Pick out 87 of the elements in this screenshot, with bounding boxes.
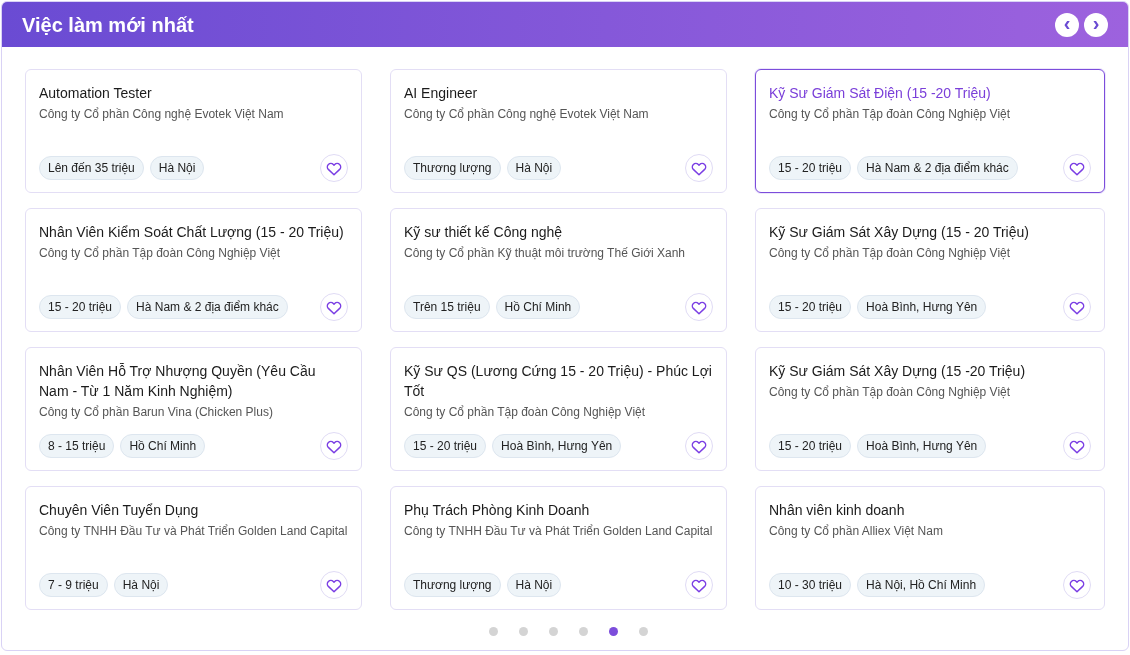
job-tag: 15 - 20 triệu: [769, 156, 852, 180]
favorite-button[interactable]: [685, 154, 713, 182]
job-tag: Hà Nội: [113, 573, 169, 597]
job-tag: Hoà Bình, Hưng Yên: [492, 434, 622, 458]
company-name: Công ty Cổ phần Tập đoàn Công Nghiệp Việt: [39, 245, 282, 261]
job-card[interactable]: Kỹ Sư Giám Sát Xây Dựng (15 - 20 Triệu) Công ty Cổ phần Tập đoàn Công Nghiệp Việt 15 - 20 triệu Hoà Bình, Hưng Yên: [755, 208, 1105, 332]
company-name: Công ty Cổ phần Tập đoàn Công Nghiệp Việt: [404, 404, 647, 420]
job-tag: 15 - 20 triệu: [404, 434, 487, 458]
job-tag: Hà Nội: [149, 156, 205, 180]
favorite-button[interactable]: [320, 432, 348, 460]
job-tag: Hoà Bình, Hưng Yên: [857, 434, 987, 458]
job-card[interactable]: Kỹ Sư QS (Lương Cứng 15 - 20 Triệu) - Phúc Lợi Tốt Công ty Cổ phần Tập đoàn Công Nghiệp Việt 15 - 20 triệu Hoà Bình, Hưng Yên: [390, 347, 727, 471]
heart-icon: [691, 299, 707, 315]
favorite-button[interactable]: [1063, 571, 1091, 599]
company-name: Công ty Cổ phần Công nghệ Evotek Việt Nam: [39, 106, 285, 122]
company-name: Công ty Cổ phần Tập đoàn Công Nghiệp Việt: [769, 106, 1012, 122]
job-tag: Lên đến 35 triệu: [39, 156, 144, 180]
job-title[interactable]: Phụ Trách Phòng Kinh Doanh: [404, 500, 713, 520]
favorite-button[interactable]: [685, 432, 713, 460]
heart-icon: [326, 577, 342, 593]
section-title: Việc làm mới nhất: [22, 12, 194, 38]
job-tag: Hà Nội, Hồ Chí Minh: [857, 573, 986, 597]
job-tag: 15 - 20 triệu: [39, 295, 122, 319]
favorite-button[interactable]: [320, 293, 348, 321]
job-card[interactable]: Nhân Viên Hỗ Trợ Nhượng Quyền (Yêu Cầu Nam - Từ 1 Năm Kinh Nghiệm) Công ty Cổ phần Barun Vina (Chicken Plus) 8 - 15 triệu Hồ Chí Minh: [25, 347, 362, 471]
job-title[interactable]: Kỹ Sư Giám Sát Xây Dựng (15 -20 Triệu): [769, 361, 1091, 381]
job-tag: 15 - 20 triệu: [769, 434, 852, 458]
company-name: Công ty TNHH Đầu Tư và Phát Triển Golden Land Capital: [404, 523, 713, 539]
favorite-button[interactable]: [320, 571, 348, 599]
job-title[interactable]: AI Engineer: [404, 83, 713, 103]
job-title[interactable]: Automation Tester: [39, 83, 348, 103]
heart-icon: [326, 438, 342, 454]
company-name: Công ty Cổ phần Kỹ thuật môi trường Thế Giới Xanh: [404, 245, 687, 261]
job-title[interactable]: Kỹ Sư QS (Lương Cứng 15 - 20 Triệu) - Phúc Lợi Tốt: [404, 361, 713, 401]
job-card[interactable]: Kỹ Sư Giám Sát Điện (15 -20 Triệu) Công ty Cổ phần Tập đoàn Công Nghiệp Việt 15 - 20 triệu Hà Nam & 2 địa điểm khác: [755, 69, 1105, 193]
job-title[interactable]: Chuyên Viên Tuyển Dụng: [39, 500, 348, 520]
job-card[interactable]: AI Engineer Công ty Cổ phần Công nghệ Evotek Việt Nam Thương lượng Hà Nội: [390, 69, 727, 193]
job-tag: Hà Nam & 2 địa điểm khác: [127, 295, 288, 319]
job-tag: Hoà Bình, Hưng Yên: [857, 295, 987, 319]
company-name: Công ty TNHH Đầu Tư và Phát Triển Golden Land Capital: [39, 523, 348, 539]
job-tag: 10 - 30 triệu: [769, 573, 852, 597]
job-tag: Hồ Chí Minh: [495, 295, 581, 319]
job-title[interactable]: Kỹ sư thiết kế Công nghệ: [404, 222, 713, 242]
heart-icon: [326, 160, 342, 176]
job-title[interactable]: Nhân Viên Hỗ Trợ Nhượng Quyền (Yêu Cầu Nam - Từ 1 Năm Kinh Nghiệm): [39, 361, 348, 401]
heart-icon: [1069, 299, 1085, 315]
next-button[interactable]: ›: [1084, 12, 1108, 37]
job-tag: Hồ Chí Minh: [120, 434, 206, 458]
job-card[interactable]: Kỹ Sư Giám Sát Xây Dựng (15 -20 Triệu) Công ty Cổ phần Tập đoàn Công Nghiệp Việt 15 - 20 triệu Hoà Bình, Hưng Yên: [755, 347, 1105, 471]
company-name: Công ty Cổ phần Tập đoàn Công Nghiệp Việt: [769, 384, 1012, 400]
favorite-button[interactable]: [1063, 432, 1091, 460]
job-tag: 8 - 15 triệu: [39, 434, 115, 458]
heart-icon: [691, 577, 707, 593]
favorite-button[interactable]: [1063, 154, 1091, 182]
previous-button[interactable]: ‹: [1055, 12, 1079, 37]
favorite-button[interactable]: [320, 154, 348, 182]
job-card[interactable]: Kỹ sư thiết kế Công nghệ Công ty Cổ phần Kỹ thuật môi trường Thế Giới Xanh Trên 15 triệu Hồ Chí Minh: [390, 208, 727, 332]
job-card[interactable]: Nhân Viên Kiểm Soát Chất Lượng (15 - 20 Triệu) Công ty Cổ phần Tập đoàn Công Nghiệp Việt 15 - 20 triệu Hà Nam & 2 địa điểm khác: [25, 208, 362, 332]
heart-icon: [1069, 160, 1085, 176]
job-title[interactable]: Nhân Viên Kiểm Soát Chất Lượng (15 - 20 Triệu): [39, 222, 348, 242]
favorite-button[interactable]: [1063, 293, 1091, 321]
job-tag: 15 - 20 triệu: [769, 295, 852, 319]
heart-icon: [691, 160, 707, 176]
job-title[interactable]: Kỹ Sư Giám Sát Xây Dựng (15 - 20 Triệu): [769, 222, 1091, 242]
heart-icon: [1069, 577, 1085, 593]
heart-icon: [1069, 438, 1085, 454]
job-tag: Thương lượng: [404, 573, 501, 597]
job-card[interactable]: Phụ Trách Phòng Kinh Doanh Công ty TNHH Đầu Tư và Phát Triển Golden Land Capital Thương lượng Hà Nội: [390, 486, 727, 610]
company-name: Công ty Cổ phần Tập đoàn Công Nghiệp Việt: [769, 245, 1012, 261]
heart-icon: [691, 438, 707, 454]
job-title[interactable]: Nhân viên kinh doanh: [769, 500, 1091, 520]
job-card[interactable]: Nhân viên kinh doanh Công ty Cổ phần Alliex Việt Nam 10 - 30 triệu Hà Nội, Hồ Chí Minh: [755, 486, 1105, 610]
job-tag: Hà Nội: [506, 156, 562, 180]
favorite-button[interactable]: [685, 571, 713, 599]
favorite-button[interactable]: [685, 293, 713, 321]
job-card[interactable]: Chuyên Viên Tuyển Dụng Công ty TNHH Đầu Tư và Phát Triển Golden Land Capital 7 - 9 triệu Hà Nội: [25, 486, 362, 610]
job-tag: Hà Nam & 2 địa điểm khác: [857, 156, 1018, 180]
job-tag: 7 - 9 triệu: [39, 573, 108, 597]
job-tag: Hà Nội: [506, 573, 562, 597]
company-name: Công ty Cổ phần Công nghệ Evotek Việt Nam: [404, 106, 650, 122]
heart-icon: [326, 299, 342, 315]
job-card[interactable]: Automation Tester Công ty Cổ phần Công nghệ Evotek Việt Nam Lên đến 35 triệu Hà Nội: [25, 69, 362, 193]
company-name: Công ty Cổ phần Alliex Việt Nam: [769, 523, 944, 539]
job-tag: Trên 15 triệu: [404, 295, 490, 319]
job-title[interactable]: Kỹ Sư Giám Sát Điện (15 -20 Triệu): [769, 83, 1091, 103]
company-name: Công ty Cổ phần Barun Vina (Chicken Plus): [39, 404, 274, 420]
job-tag: Thương lượng: [404, 156, 501, 180]
